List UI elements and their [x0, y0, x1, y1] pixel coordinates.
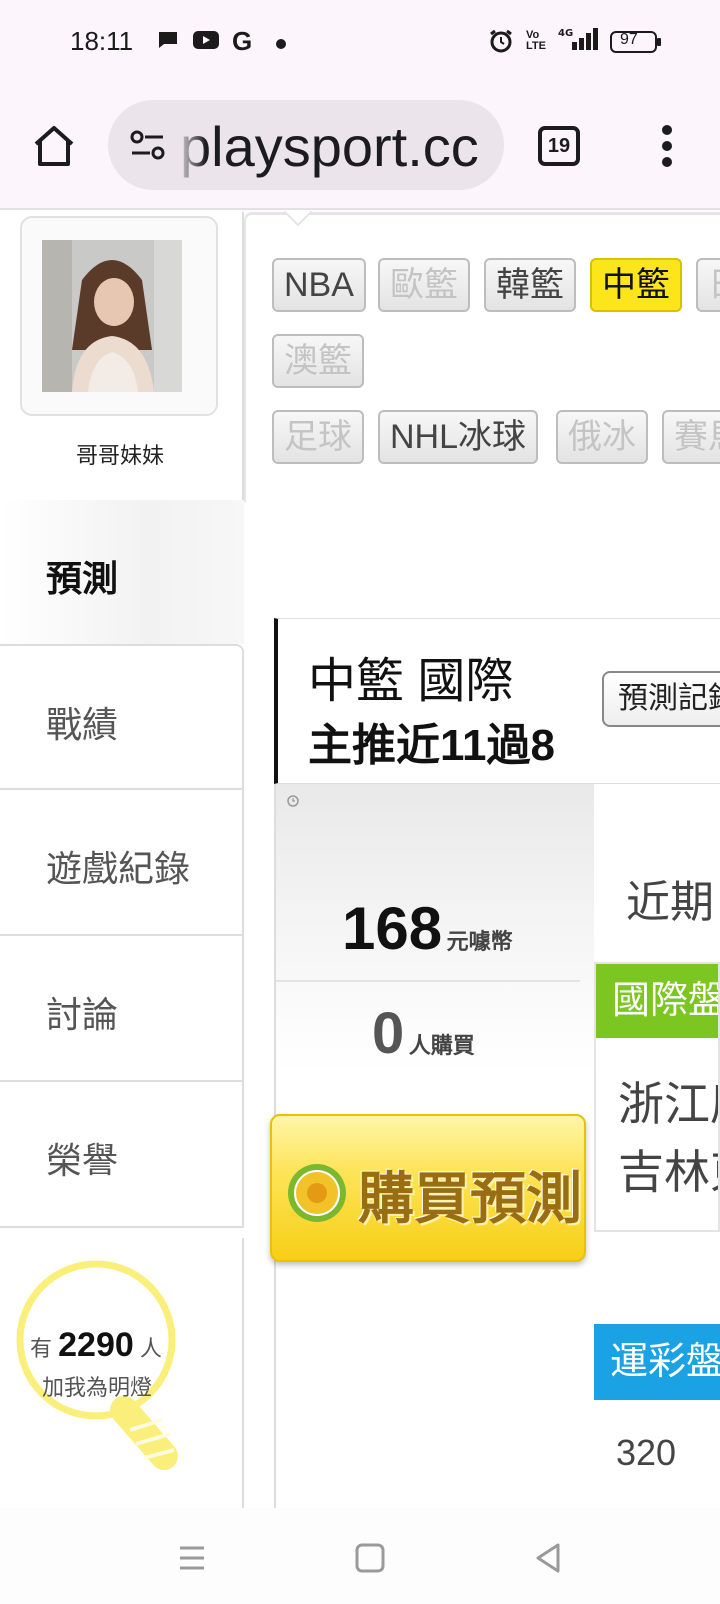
chip-russia-hockey[interactable]: 俄冰 [556, 410, 648, 464]
sidebar-item-label: 榮譽 [46, 1140, 119, 1181]
fans-count: 2290 [58, 1326, 134, 1364]
back-icon[interactable] [528, 1538, 568, 1578]
fans-widget[interactable]: 有 2290 人 加我為明燈 [0, 1238, 244, 1508]
chip-soccer[interactable]: 足球 [272, 410, 364, 464]
sidebar-item-predict[interactable]: 預測 [0, 500, 244, 644]
recent-label: 近期 [626, 878, 714, 927]
sidebar-item-label: 討論 [46, 994, 119, 1035]
sidebar-item-game-log[interactable]: 遊戲紀錄 [0, 790, 244, 936]
buyers-line: 0 人購買 [372, 1000, 475, 1067]
buy-prediction-label: 購買預測 [358, 1167, 582, 1230]
screen: { "status_bar": { "time": "18:11", "batt… [0, 0, 720, 1604]
fans-prefix: 有 [30, 1336, 53, 1361]
prediction-record-button[interactable]: 預測記錄 [602, 671, 720, 727]
network-label: 4G [558, 28, 573, 39]
prediction-subtitle: 主推近11過8 [308, 721, 555, 770]
system-nav-bar [0, 1508, 720, 1604]
signal-icon: 4G [558, 26, 600, 57]
google-icon: G [232, 26, 253, 56]
url-text[interactable]: playsport.cc [180, 114, 479, 179]
fans-count-line: 有 2290 人 [30, 1326, 162, 1365]
status-bar: 18:11 G Vo LTE 4G 97 [0, 0, 720, 84]
sidebar-item-label: 預測 [46, 558, 119, 599]
chip-australia-basketball[interactable]: 澳籃 [272, 334, 364, 388]
price-amount: 168 [342, 895, 443, 962]
price-unit: 元噱幣 [446, 929, 513, 954]
chip-china-basketball[interactable]: 中籃 [590, 258, 682, 312]
sidebar-item-record[interactable]: 戰績 [0, 644, 244, 790]
youtube-icon [192, 28, 220, 57]
avatar-photo [42, 240, 182, 392]
alarm-icon [488, 28, 514, 59]
price-divider [276, 980, 580, 982]
fans-subtitle: 加我為明燈 [42, 1375, 153, 1400]
buyers-unit: 人購買 [408, 1033, 475, 1058]
tab-switcher-button[interactable]: 19 [538, 126, 580, 166]
battery-icon: 97 [610, 30, 662, 59]
lottery-odds-header: 運彩盤 [594, 1324, 720, 1400]
fans-suffix: 人 [139, 1336, 162, 1361]
avatar[interactable] [20, 216, 218, 416]
profile-card: 哥哥妹妹 [0, 212, 244, 510]
lottery-odds-box: 運彩盤 320 [594, 1324, 720, 1524]
more-menu-icon[interactable] [652, 124, 682, 168]
chip-horse-racing[interactable]: 賽馬 [662, 410, 720, 464]
home-nav-icon[interactable] [350, 1538, 390, 1578]
sidebar-item-honor[interactable]: 榮譽 [0, 1082, 244, 1228]
battery-level: 97 [620, 31, 638, 48]
home-icon[interactable] [30, 122, 78, 170]
chip-japan-basketball[interactable]: 日 [696, 258, 720, 312]
chip-euro-basketball[interactable]: 歐籃 [378, 258, 470, 312]
address-bar[interactable]: playsport.cc [108, 100, 504, 190]
chip-korea-basketball[interactable]: 韓籃 [484, 258, 576, 312]
sidebar-item-label: 遊戲紀錄 [46, 848, 191, 889]
prediction-title: 中籃 國際 [308, 655, 514, 708]
url-fade [176, 100, 206, 190]
team-name: 浙江廣 [618, 1078, 718, 1130]
clock-icon [287, 795, 299, 807]
international-odds-box: 國際盤 浙江廣 吉林東 [594, 962, 720, 1232]
price-panel: 168 元噱幣 0 人購買 購買預測 [270, 784, 594, 1508]
profile-name[interactable]: 哥哥妹妹 [0, 438, 240, 470]
panel-pointer-icon [284, 211, 312, 227]
lottery-odds-value: 320 [616, 1432, 677, 1473]
sidebar-item-label: 戰績 [46, 704, 119, 745]
prediction-header: 中籃 國際 主推近11過8 預測記錄 [274, 618, 720, 784]
team-name: 吉林東 [618, 1146, 718, 1198]
browser-toolbar: playsport.cc 19 [0, 84, 720, 210]
chat-icon [156, 28, 180, 57]
coin-logo-icon [288, 1164, 346, 1222]
volte-icon: Vo LTE [526, 29, 546, 52]
chip-nba[interactable]: NBA [272, 258, 366, 312]
site-settings-icon[interactable] [128, 125, 168, 165]
status-time: 18:11 [70, 26, 134, 56]
buyers-count: 0 [372, 1001, 405, 1066]
recents-icon[interactable] [172, 1538, 212, 1578]
chip-nhl[interactable]: NHL冰球 [378, 410, 539, 464]
dot-icon [276, 36, 286, 54]
sidebar-item-discuss[interactable]: 討論 [0, 936, 244, 1082]
international-odds-header: 國際盤 [596, 964, 718, 1038]
buy-prediction-button[interactable]: 購買預測 [270, 1114, 586, 1262]
price-line: 168 元噱幣 [342, 894, 513, 963]
